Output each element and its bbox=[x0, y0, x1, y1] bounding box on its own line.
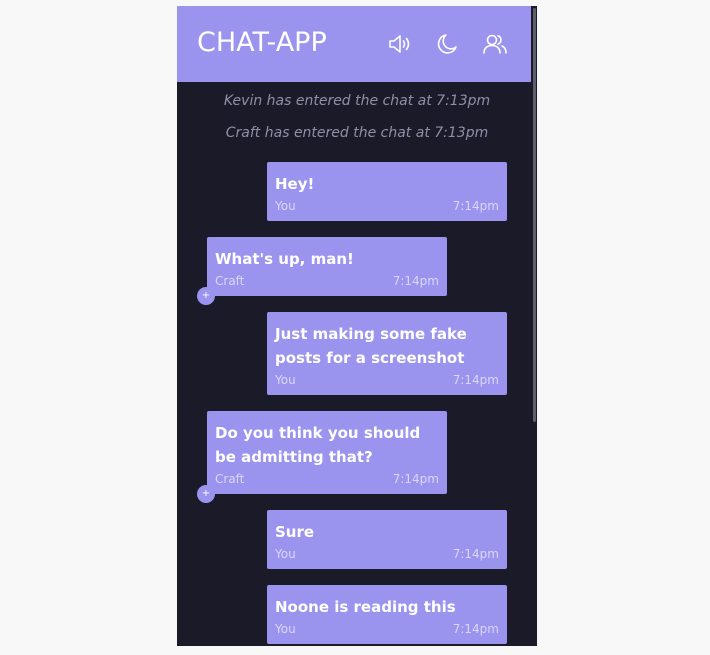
message-author: You bbox=[275, 547, 296, 561]
message-bubble: Do you think you should be admitting tha… bbox=[207, 411, 447, 494]
message-author: You bbox=[275, 199, 296, 213]
chat-window: CHAT-APP Kevin has entered the chat at 7… bbox=[177, 6, 537, 646]
message-text: Hey! bbox=[275, 175, 315, 193]
message-time: 7:14pm bbox=[452, 622, 499, 636]
message-text: Noone is reading this bbox=[275, 598, 456, 616]
message-meta: Craft 7:14pm bbox=[215, 472, 439, 486]
message-bubble: Noone is reading this You 7:14pm bbox=[267, 585, 507, 644]
message-meta: You 7:14pm bbox=[275, 622, 499, 636]
message-author: Craft bbox=[215, 472, 245, 486]
message-meta: You 7:14pm bbox=[275, 199, 499, 213]
moon-icon[interactable] bbox=[433, 30, 461, 58]
message-text: Sure bbox=[275, 523, 315, 541]
users-icon[interactable] bbox=[481, 30, 509, 58]
message-bubble: Just making some fake posts for a screen… bbox=[267, 312, 507, 395]
message-meta: You 7:14pm bbox=[275, 547, 499, 561]
message-text: Do you think you should be admitting tha… bbox=[215, 424, 421, 466]
sound-icon[interactable] bbox=[386, 30, 414, 58]
message-bubble: Hey! You 7:14pm bbox=[267, 162, 507, 221]
message-text: Just making some fake posts for a screen… bbox=[275, 325, 467, 367]
add-reaction-button[interactable]: + bbox=[197, 485, 215, 503]
message-time: 7:14pm bbox=[392, 472, 439, 486]
system-message: Craft has entered the chat at 7:13pm bbox=[225, 125, 489, 141]
message-author: You bbox=[275, 622, 296, 636]
message-meta: Craft 7:14pm bbox=[215, 274, 439, 288]
message-meta: You 7:14pm bbox=[275, 373, 499, 387]
message-text: What's up, man! bbox=[215, 250, 354, 268]
add-reaction-button[interactable]: + bbox=[197, 287, 215, 305]
message-time: 7:14pm bbox=[452, 373, 499, 387]
message-bubble: Sure You 7:14pm bbox=[267, 510, 507, 569]
message-time: 7:14pm bbox=[452, 199, 499, 213]
message-author: You bbox=[275, 373, 296, 387]
message-time: 7:14pm bbox=[392, 274, 439, 288]
scrollbar-thumb[interactable] bbox=[533, 8, 536, 422]
scrollbar[interactable] bbox=[531, 6, 537, 646]
app-title: CHAT-APP bbox=[197, 27, 327, 58]
app-header: CHAT-APP bbox=[177, 6, 537, 82]
message-author: Craft bbox=[215, 274, 245, 288]
system-message: Kevin has entered the chat at 7:13pm bbox=[223, 93, 491, 109]
message-time: 7:14pm bbox=[452, 547, 499, 561]
message-bubble: What's up, man! Craft 7:14pm bbox=[207, 237, 447, 296]
